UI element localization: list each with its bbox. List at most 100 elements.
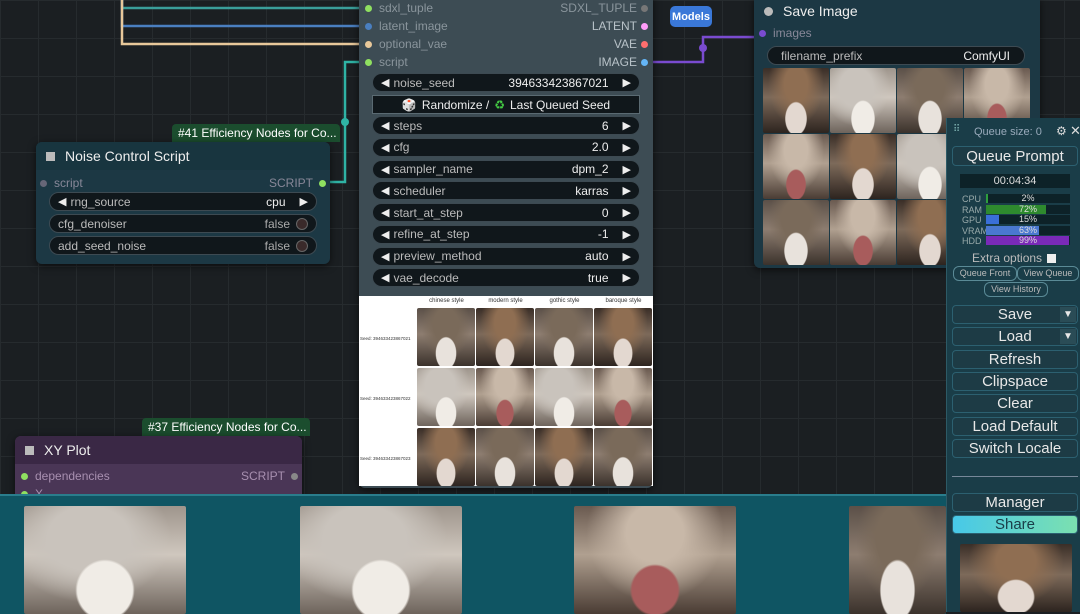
output-dot-icon[interactable] (641, 58, 648, 66)
models-button[interactable]: Models (670, 6, 712, 27)
input-dot-icon[interactable] (365, 58, 372, 66)
toggle-indicator-icon[interactable] (296, 239, 308, 252)
input-dot-icon[interactable] (365, 40, 372, 48)
arrow-right-icon[interactable]: ▶ (623, 163, 631, 176)
latest-image-preview[interactable] (960, 544, 1072, 612)
preview-image[interactable] (24, 506, 186, 614)
arrow-left-icon[interactable]: ◀ (381, 271, 389, 284)
widget-0[interactable]: ◀ steps 6 ▶ (372, 116, 640, 135)
cfg-denoiser-toggle[interactable]: cfg_denoiser false (49, 214, 317, 233)
input-dot-icon[interactable] (759, 29, 766, 37)
saved-image-thumb[interactable] (830, 68, 896, 133)
output-label: SDXL_TUPLE (560, 1, 637, 15)
view-history-button[interactable]: View History (984, 282, 1048, 297)
arrow-right-icon[interactable]: ▶ (623, 250, 631, 263)
manager-button[interactable]: Manager (952, 493, 1078, 512)
load-button[interactable]: Load ▼ (952, 327, 1078, 347)
arrow-right-icon[interactable]: ▶ (623, 206, 631, 219)
widget-7[interactable]: ◀ vae_decode true ▶ (372, 268, 640, 288)
grid-column-header: gothic style (549, 298, 580, 304)
xy-grid-preview[interactable]: chinese style modern style gothic style bar… (359, 296, 653, 486)
queue-prompt-button[interactable]: Queue Prompt (952, 146, 1078, 166)
arrow-right-icon[interactable]: ▶ (300, 195, 308, 208)
widget-value: ComfyUI (963, 48, 1010, 63)
input-dot-icon[interactable] (365, 22, 372, 30)
randomize-button[interactable]: 🎲 Randomize / ♻ Last Queued Seed (372, 95, 640, 114)
output-dot-icon[interactable] (641, 4, 648, 12)
widget-value: 394633423867021 (508, 75, 609, 90)
clipspace-button[interactable]: Clipspace (952, 371, 1078, 391)
saved-image-thumb[interactable] (830, 200, 896, 265)
collapse-icon[interactable] (46, 151, 55, 161)
gear-icon[interactable]: ⚙ (1056, 124, 1067, 138)
preview-image[interactable] (574, 506, 736, 614)
input-dot-icon[interactable] (365, 4, 372, 12)
node-title-bar[interactable]: XY Plot (15, 436, 302, 464)
widget-2[interactable]: ◀ sampler_name dpm_2 ▶ (372, 159, 640, 179)
add-seed-noise-toggle[interactable]: add_seed_noise false (49, 236, 317, 255)
arrow-left-icon[interactable]: ◀ (381, 119, 389, 132)
arrow-left-icon[interactable]: ◀ (381, 206, 389, 219)
node-title: XY Plot (44, 442, 91, 458)
input-dot-icon[interactable] (21, 472, 28, 480)
filename-prefix-field[interactable]: filename_prefix ComfyUI (767, 46, 1025, 65)
dropdown-arrow-icon[interactable]: ▼ (1060, 329, 1076, 345)
noise-seed-field[interactable]: ◀ noise_seed 394633423867021 ▶ (372, 73, 640, 92)
arrow-right-icon[interactable]: ▶ (623, 271, 631, 284)
collapse-icon[interactable] (764, 6, 773, 16)
noise-control-node[interactable]: Noise Control Script script SCRIPT ◀ rng… (36, 142, 330, 264)
preview-image[interactable] (849, 506, 946, 614)
monitor-ram: RAM 72% (962, 204, 1072, 215)
node-title-bar[interactable]: Save Image (754, 0, 1040, 24)
collapse-icon[interactable] (25, 445, 34, 455)
output-dot-icon[interactable] (319, 179, 326, 187)
arrow-left-icon[interactable]: ◀ (381, 250, 389, 263)
widget-label: steps (393, 118, 423, 133)
saved-image-thumb[interactable] (830, 134, 896, 199)
saved-image-thumb[interactable] (763, 200, 829, 265)
saved-image-thumb[interactable] (763, 134, 829, 199)
saved-image-thumb[interactable] (763, 68, 829, 133)
toggle-indicator-icon[interactable] (296, 217, 308, 230)
extra-options-checkbox[interactable] (1047, 253, 1057, 263)
drag-handle-icon[interactable]: ⠿ (953, 124, 960, 135)
load-default-button[interactable]: Load Default (952, 416, 1078, 436)
arrow-right-icon[interactable]: ▶ (623, 184, 631, 197)
input-dot-icon[interactable] (40, 179, 47, 187)
refresh-button[interactable]: Refresh (952, 349, 1078, 369)
output-dot-icon[interactable] (291, 472, 298, 480)
view-queue-button[interactable]: View Queue (1017, 266, 1079, 281)
rng-source-combo[interactable]: ◀ rng_source cpu ▶ (49, 192, 317, 211)
queue-front-button[interactable]: Queue Front (953, 266, 1017, 281)
arrow-left-icon[interactable]: ◀ (58, 195, 66, 208)
arrow-right-icon[interactable]: ▶ (623, 228, 631, 241)
share-button[interactable]: Share (952, 515, 1078, 534)
output-dot-icon[interactable] (641, 40, 648, 48)
arrow-left-icon[interactable]: ◀ (381, 141, 389, 154)
arrow-right-icon[interactable]: ▶ (623, 76, 631, 89)
ksampler-node[interactable]: sdxl_tuple SDXL_TUPLE latent_image LATEN… (359, 0, 653, 488)
arrow-left-icon[interactable]: ◀ (381, 228, 389, 241)
widget-1[interactable]: ◀ cfg 2.0 ▶ (372, 137, 640, 157)
slot-label: optional_vae (379, 37, 448, 51)
switch-locale-button[interactable]: Switch Locale (952, 438, 1078, 458)
close-icon[interactable]: ✕ (1070, 123, 1080, 139)
widget-5[interactable]: ◀ refine_at_step -1 ▶ (372, 224, 640, 244)
node-title-bar[interactable]: Noise Control Script (36, 142, 330, 170)
widget-4[interactable]: ◀ start_at_step 0 ▶ (372, 203, 640, 222)
clear-button[interactable]: Clear (952, 394, 1078, 414)
arrow-right-icon[interactable]: ▶ (623, 119, 631, 132)
widget-label: sampler_name (393, 162, 473, 176)
arrow-right-icon[interactable]: ▶ (623, 141, 631, 154)
output-dot-icon[interactable] (641, 22, 648, 30)
preview-image[interactable] (300, 506, 462, 614)
dropdown-arrow-icon[interactable]: ▼ (1060, 307, 1076, 322)
widget-6[interactable]: ◀ preview_method auto ▶ (372, 246, 640, 266)
monitor-label: CPU (962, 194, 982, 204)
widget-3[interactable]: ◀ scheduler karras ▶ (372, 181, 640, 201)
arrow-left-icon[interactable]: ◀ (381, 184, 389, 197)
arrow-left-icon[interactable]: ◀ (381, 163, 389, 176)
arrow-left-icon[interactable]: ◀ (381, 76, 389, 89)
slot-label: images (773, 26, 812, 40)
save-button[interactable]: Save ▼ (952, 305, 1078, 324)
